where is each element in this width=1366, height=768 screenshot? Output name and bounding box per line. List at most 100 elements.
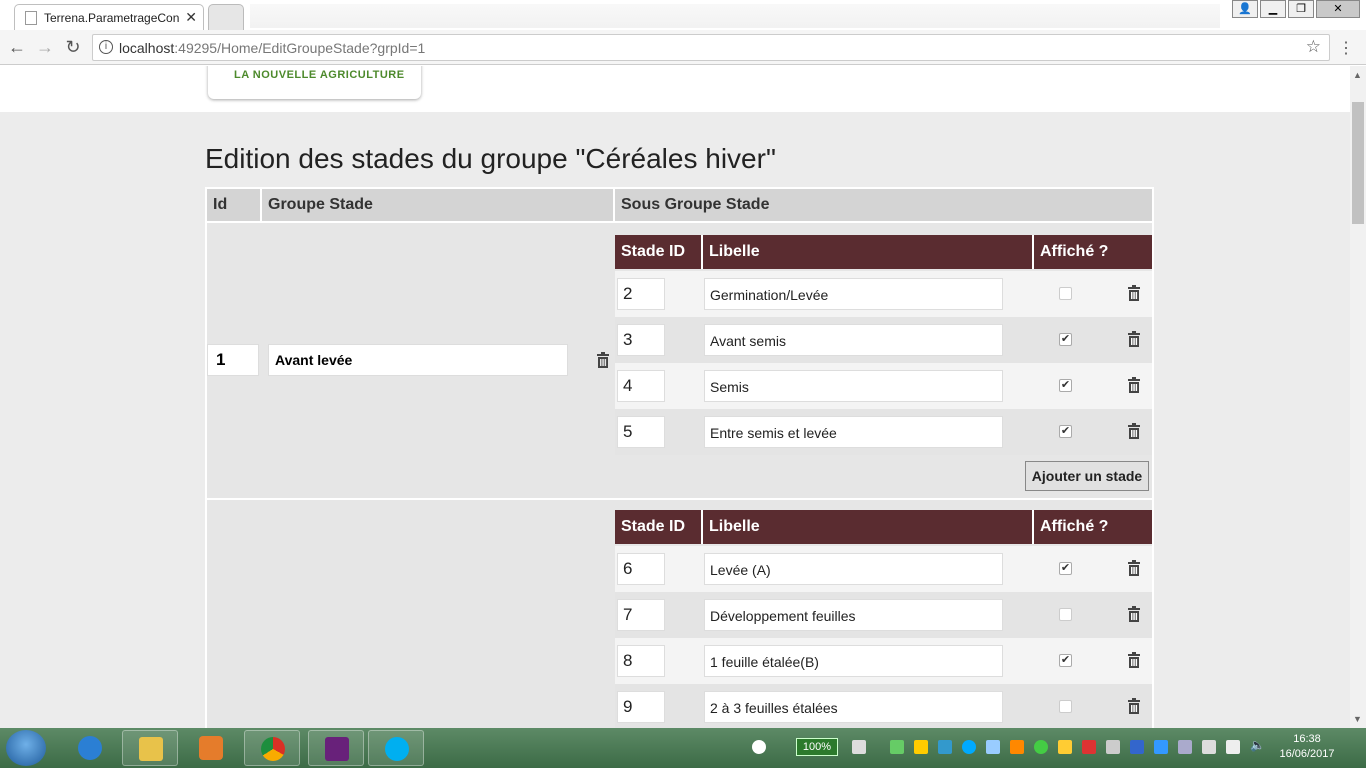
stade-row: 3 Avant semis ✔ — [615, 317, 1152, 363]
battery-indicator[interactable]: 100% — [796, 738, 838, 756]
action-center-icon[interactable] — [1226, 740, 1240, 754]
tray-app-icon[interactable] — [890, 740, 904, 754]
delete-stade-icon[interactable] — [1127, 652, 1143, 668]
stade-libelle-field[interactable]: Développement feuilles — [704, 599, 1003, 631]
stade-row: 8 1 feuille étalée(B) ✔ — [615, 638, 1152, 684]
stade-id-field[interactable]: 9 — [617, 691, 665, 723]
page-favicon-icon — [25, 11, 37, 25]
taskbar-clock[interactable]: 16:38 16/06/2017 — [1268, 732, 1346, 762]
stade-subtable-header: Stade ID Libelle Affiché ? — [615, 235, 1152, 269]
logo[interactable]: LA NOUVELLE AGRICULTURE — [208, 66, 421, 99]
scroll-down-icon[interactable]: ▼ — [1353, 714, 1362, 724]
tray-app-icon[interactable] — [1034, 740, 1048, 754]
window-controls: 👤 ▁ ❐ ✕ — [1230, 0, 1360, 18]
stade-libelle-field[interactable]: Germination/Levée — [704, 278, 1003, 310]
stade-id-field[interactable]: 4 — [617, 370, 665, 402]
reload-icon[interactable]: ↻ — [62, 37, 84, 58]
stade-id-field[interactable]: 7 — [617, 599, 665, 631]
group-name-field[interactable]: Avant levée — [268, 344, 568, 376]
media-player-app-icon[interactable] — [183, 730, 239, 766]
delete-stade-icon[interactable] — [1127, 606, 1143, 622]
tray-app-icon[interactable] — [914, 740, 928, 754]
site-info-icon[interactable]: i — [99, 40, 113, 54]
signal-icon[interactable] — [690, 746, 730, 760]
tray-app-icon[interactable] — [1058, 740, 1072, 754]
new-tab-button[interactable] — [208, 4, 244, 30]
stade-row: 4 Semis ✔ — [615, 363, 1152, 409]
group-id-field[interactable]: 1 — [207, 344, 259, 376]
stade-id-field[interactable]: 6 — [617, 553, 665, 585]
tray-app-icon[interactable] — [938, 740, 952, 754]
delete-stade-icon[interactable] — [1127, 285, 1143, 301]
stade-row: 9 2 à 3 feuilles étalées — [615, 684, 1152, 728]
delete-stade-icon[interactable] — [1127, 698, 1143, 714]
bookmark-star-icon[interactable]: ☆ — [1306, 37, 1321, 57]
tray-app-icon[interactable] — [962, 740, 976, 754]
stade-libelle-field[interactable]: Avant semis — [704, 324, 1003, 356]
url-text[interactable]: localhost:49295/Home/EditGroupeStade?grp… — [119, 40, 425, 56]
stade-libelle-field[interactable]: Levée (A) — [704, 553, 1003, 585]
back-icon[interactable]: ← — [6, 37, 28, 58]
affiche-checkbox-checked[interactable]: ✔ — [1059, 562, 1072, 575]
affiche-checkbox-unchecked[interactable] — [1059, 700, 1072, 713]
window-close-button[interactable]: ✕ — [1316, 0, 1360, 18]
volume-icon[interactable]: 🔈 — [1250, 738, 1265, 752]
stade-id-field[interactable]: 8 — [617, 645, 665, 677]
user-icon[interactable]: 👤 — [1232, 0, 1258, 18]
background-tabs[interactable] — [250, 4, 1220, 28]
tray-app-icon[interactable] — [1178, 740, 1192, 754]
tray-app-icon[interactable] — [1106, 740, 1120, 754]
ie-app-icon[interactable] — [62, 730, 118, 766]
browser-tab-active[interactable]: Terrena.ParametrageCon ✕ — [14, 4, 204, 30]
network-alert-icon[interactable] — [752, 740, 766, 754]
browser-menu-icon[interactable]: ⋮ — [1338, 38, 1354, 58]
delete-stade-icon[interactable] — [1127, 377, 1143, 393]
skype-app-icon[interactable] — [368, 730, 424, 766]
visual-studio-app-icon[interactable] — [308, 730, 364, 766]
maximize-button[interactable]: ❐ — [1288, 0, 1314, 18]
forward-icon[interactable]: → — [34, 37, 56, 58]
tray-app-icon[interactable] — [1130, 740, 1144, 754]
vertical-scrollbar[interactable]: ▲ ▼ — [1350, 66, 1366, 728]
tray-app-icon[interactable] — [1154, 740, 1168, 754]
browser-toolbar: ← → ↻ i localhost:49295/Home/EditGroupeS… — [0, 30, 1366, 65]
stade-row: 6 Levée (A) ✔ — [615, 546, 1152, 592]
group-row: Stade ID Libelle Affiché ? 6 Levée (A) ✔ 7 D… — [207, 500, 1152, 728]
minimize-button[interactable]: ▁ — [1260, 0, 1286, 18]
delete-group-icon[interactable] — [596, 352, 612, 368]
tab-close-icon[interactable]: ✕ — [185, 9, 197, 26]
scroll-up-icon[interactable]: ▲ — [1353, 70, 1362, 80]
explorer-app-icon[interactable] — [122, 730, 178, 766]
stade-libelle-field[interactable]: 1 feuille étalée(B) — [704, 645, 1003, 677]
delete-stade-icon[interactable] — [1127, 560, 1143, 576]
power-icon[interactable] — [852, 740, 866, 754]
header-libelle: Libelle — [709, 518, 760, 535]
delete-stade-icon[interactable] — [1127, 423, 1143, 439]
tray-app-icon[interactable] — [1082, 740, 1096, 754]
stade-libelle-field[interactable]: Entre semis et levée — [704, 416, 1003, 448]
stade-id-field[interactable]: 2 — [617, 278, 665, 310]
start-button[interactable] — [6, 730, 46, 766]
stade-id-field[interactable]: 5 — [617, 416, 665, 448]
affiche-checkbox-unchecked[interactable] — [1059, 287, 1072, 300]
stade-row: 5 Entre semis et levée ✔ — [615, 409, 1152, 455]
stade-libelle-field[interactable]: Semis — [704, 370, 1003, 402]
tray-app-icon[interactable] — [1010, 740, 1024, 754]
affiche-checkbox-checked[interactable]: ✔ — [1059, 425, 1072, 438]
scrollbar-thumb[interactable] — [1352, 102, 1364, 224]
stade-row: 7 Développement feuilles — [615, 592, 1152, 638]
header-groupe-stade: Groupe Stade — [262, 189, 613, 221]
affiche-checkbox-checked[interactable]: ✔ — [1059, 654, 1072, 667]
logo-tagline: LA NOUVELLE AGRICULTURE — [234, 69, 405, 81]
address-bar[interactable]: i localhost:49295/Home/EditGroupeStade?g… — [92, 34, 1330, 61]
affiche-checkbox-checked[interactable]: ✔ — [1059, 379, 1072, 392]
stade-libelle-field[interactable]: 2 à 3 feuilles étalées — [704, 691, 1003, 723]
tray-app-icon[interactable] — [1202, 740, 1216, 754]
affiche-checkbox-checked[interactable]: ✔ — [1059, 333, 1072, 346]
stade-id-field[interactable]: 3 — [617, 324, 665, 356]
delete-stade-icon[interactable] — [1127, 331, 1143, 347]
tray-app-icon[interactable] — [986, 740, 1000, 754]
affiche-checkbox-unchecked[interactable] — [1059, 608, 1072, 621]
add-stade-button[interactable]: Ajouter un stade — [1025, 461, 1149, 491]
chrome-app-icon[interactable] — [244, 730, 300, 766]
